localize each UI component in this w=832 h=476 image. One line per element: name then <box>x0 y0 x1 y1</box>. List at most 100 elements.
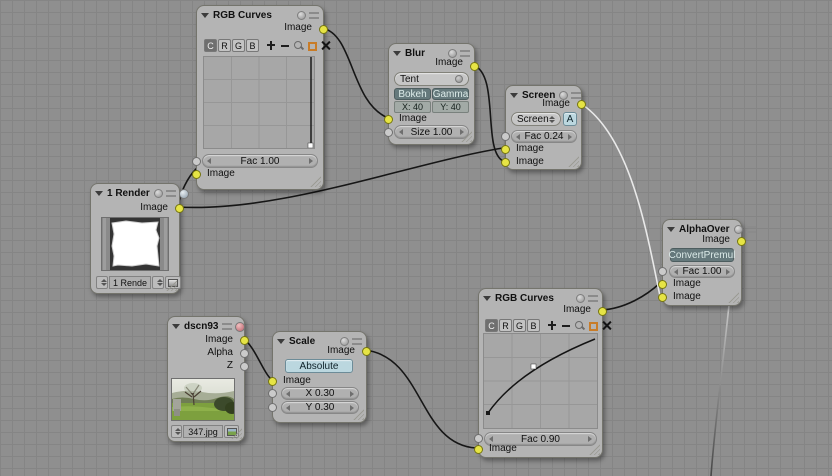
output-socket-image[interactable] <box>737 237 746 246</box>
delete-point-icon[interactable] <box>321 40 331 51</box>
node-header[interactable]: 1 Render <box>95 186 175 201</box>
zoom-out-icon[interactable] <box>280 40 290 51</box>
input-socket-image[interactable] <box>474 445 483 454</box>
input-socket-fac[interactable] <box>474 434 483 443</box>
input-socket-image[interactable] <box>192 170 201 179</box>
channel-button-g[interactable]: G <box>232 39 245 52</box>
channel-button-c[interactable]: C <box>485 319 498 332</box>
clipping-options-icon[interactable] <box>589 322 598 331</box>
output-socket-image[interactable] <box>240 336 249 345</box>
node-render-layers[interactable]: 1 Render Image 1 Rende <box>90 183 180 294</box>
curve-handle-selected[interactable] <box>531 364 536 369</box>
zoom-in-icon[interactable] <box>266 40 276 51</box>
channel-button-c[interactable]: C <box>204 39 217 52</box>
preview-toggle-icon[interactable] <box>734 225 743 234</box>
layer-step-left-button[interactable] <box>96 276 108 289</box>
input-socket-x[interactable] <box>268 389 277 398</box>
input-socket-image[interactable] <box>268 377 277 386</box>
channel-button-r[interactable]: R <box>218 39 231 52</box>
node-alphaover[interactable]: AlphaOver Image ConvertPremul Fac 1.00 I… <box>662 219 742 306</box>
input-socket-image[interactable] <box>384 115 393 124</box>
input-socket-y[interactable] <box>268 403 277 412</box>
gamma-toggle-button[interactable]: Gamma <box>432 88 469 100</box>
collapse-triangle-icon[interactable] <box>277 339 285 344</box>
node-menu-icon[interactable] <box>222 323 232 330</box>
preview-toggle-icon[interactable] <box>154 189 163 198</box>
node-menu-icon[interactable] <box>352 338 362 345</box>
node-header[interactable]: dscn93 <box>172 319 240 334</box>
collapse-triangle-icon[interactable] <box>393 51 401 56</box>
input-socket-fac[interactable] <box>192 157 201 166</box>
delete-point-icon[interactable] <box>602 320 612 331</box>
zoom-out-icon[interactable] <box>561 320 571 331</box>
blend-mode-dropdown[interactable]: Screen <box>511 112 561 126</box>
channel-button-b[interactable]: B <box>527 319 540 332</box>
input1-socket-image[interactable] <box>501 145 510 154</box>
zoom-in-icon[interactable] <box>547 320 557 331</box>
convert-premul-button[interactable]: ConvertPremul <box>670 248 734 262</box>
node-blur[interactable]: Blur Image Tent Bokeh Gamma X: 40 Y: 40 … <box>388 43 475 145</box>
blur-y-field[interactable]: Y: 40 <box>432 101 469 113</box>
size-slider[interactable]: Size 1.00 <box>394 125 469 139</box>
node-scale[interactable]: Scale Image Absolute Image X 0.30 Y 0.30 <box>272 331 367 423</box>
channel-button-b[interactable]: B <box>246 39 259 52</box>
node-menu-icon[interactable] <box>746 226 756 233</box>
blur-x-field[interactable]: X: 40 <box>394 101 431 113</box>
image-file-field[interactable]: 347.jpg <box>183 425 223 438</box>
fac-slider[interactable]: Fac 1.00 <box>202 154 318 168</box>
resize-grip[interactable] <box>728 292 739 303</box>
output-socket-image[interactable] <box>175 204 184 213</box>
curve-handle-start[interactable] <box>486 411 490 415</box>
output-socket-image[interactable] <box>577 100 586 109</box>
node-menu-icon[interactable] <box>460 50 470 57</box>
curve-widget[interactable] <box>203 56 315 149</box>
curve-widget[interactable] <box>483 333 598 429</box>
fit-view-icon[interactable] <box>294 40 304 51</box>
filter-type-dropdown[interactable]: Tent <box>394 72 469 86</box>
input-socket-fac[interactable] <box>658 267 667 276</box>
resize-grip[interactable] <box>310 176 321 187</box>
node-rgb-curves-top[interactable]: RGB Curves Image C R G B Fac 1.00 Imag <box>196 5 324 190</box>
image-step-button[interactable] <box>171 425 182 438</box>
input2-socket-image[interactable] <box>658 293 667 302</box>
collapse-triangle-icon[interactable] <box>510 93 518 98</box>
node-menu-icon[interactable] <box>588 295 598 302</box>
collapse-triangle-icon[interactable] <box>483 296 491 301</box>
material-sphere-icon[interactable] <box>179 189 189 199</box>
output-socket-image[interactable] <box>598 307 607 316</box>
output-socket-image[interactable] <box>319 25 328 34</box>
input-socket-fac[interactable] <box>501 132 510 141</box>
preview-toggle-icon[interactable] <box>297 11 306 20</box>
scale-x-slider[interactable]: X 0.30 <box>281 387 359 400</box>
collapse-triangle-icon[interactable] <box>201 13 209 18</box>
node-menu-icon[interactable] <box>166 190 176 197</box>
node-editor-canvas[interactable]: { "nodes": { "rgb_top": { "title": "RGB … <box>0 0 832 476</box>
output-socket-alpha[interactable] <box>240 349 249 358</box>
preview-toggle-icon[interactable] <box>576 294 585 303</box>
resize-grip[interactable] <box>568 156 579 167</box>
collapse-triangle-icon[interactable] <box>172 324 180 329</box>
collapse-triangle-icon[interactable] <box>95 191 103 196</box>
node-image-dscn93[interactable]: dscn93 Image Alpha Z 347.jpg <box>167 316 245 442</box>
output-socket-z[interactable] <box>240 362 249 371</box>
output-socket-image[interactable] <box>470 62 479 71</box>
channel-button-r[interactable]: R <box>499 319 512 332</box>
absolute-mode-button[interactable]: Absolute <box>285 359 353 373</box>
collapse-triangle-icon[interactable] <box>667 227 675 232</box>
input1-socket-image[interactable] <box>658 280 667 289</box>
channel-button-g[interactable]: G <box>513 319 526 332</box>
node-menu-icon[interactable] <box>309 12 319 19</box>
image-sphere-icon[interactable] <box>235 322 245 332</box>
clipping-options-icon[interactable] <box>308 42 317 51</box>
scale-y-slider[interactable]: Y 0.30 <box>281 401 359 414</box>
render-layer-field[interactable]: 1 Rende <box>109 276 151 289</box>
node-header[interactable]: RGB Curves <box>201 8 319 23</box>
bokeh-toggle-button[interactable]: Bokeh <box>394 88 431 100</box>
output-socket-image[interactable] <box>362 347 371 356</box>
fac-slider[interactable]: Fac 0.24 <box>511 130 577 143</box>
node-screen-mix[interactable]: Screen Image Screen A Fac 0.24 Image Ima… <box>505 85 582 170</box>
layer-step-right-button[interactable] <box>152 276 164 289</box>
alpha-toggle-button[interactable]: A <box>563 112 577 126</box>
fit-view-icon[interactable] <box>575 320 585 331</box>
input-socket-size[interactable] <box>384 128 393 137</box>
